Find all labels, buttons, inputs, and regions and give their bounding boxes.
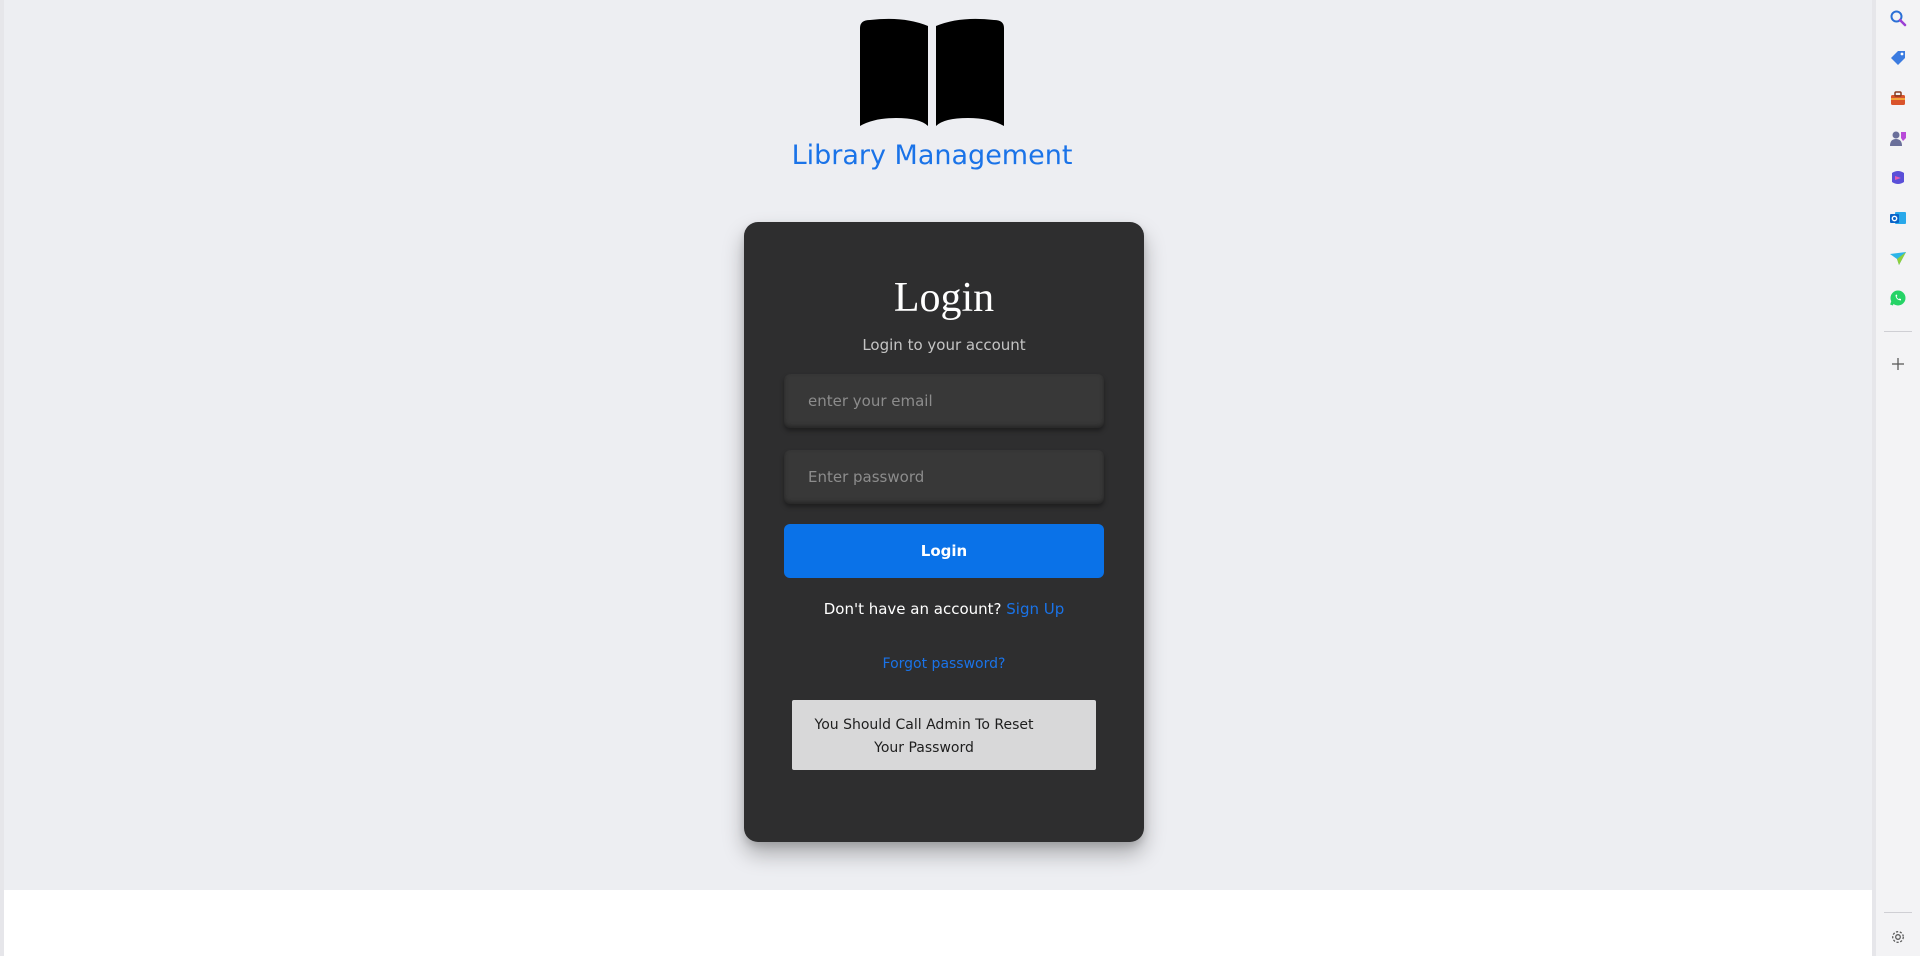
shopping-tag-icon[interactable] [1886,46,1910,70]
reset-password-message: You Should Call Admin To Reset Your Pass… [792,700,1096,770]
sidebar-divider [1884,331,1912,332]
signup-prompt: Don't have an account? Sign Up [744,600,1144,618]
email-field[interactable] [784,374,1104,428]
outlook-icon[interactable] [1886,206,1910,230]
search-icon[interactable] [1886,6,1910,30]
page-bottom-area [4,890,1876,956]
signup-link[interactable]: Sign Up [1006,600,1064,618]
login-card: Login Login to your account Login Don't … [744,222,1144,842]
settings-icon[interactable] [1886,925,1910,949]
page-viewport: Library Management Login Login to your a… [4,0,1876,890]
add-icon[interactable] [1886,352,1910,376]
app-title: Library Management [791,140,1073,171]
password-field[interactable] [784,450,1104,504]
login-button[interactable]: Login [784,524,1104,578]
signup-prompt-text: Don't have an account? [823,600,1002,618]
login-heading: Login [893,275,995,321]
forgot-password-link[interactable]: Forgot password? [744,656,1144,672]
games-icon[interactable] [1886,126,1910,150]
send-icon[interactable] [1886,246,1910,270]
toolbox-icon[interactable] [1886,86,1910,110]
sidebar-divider-bottom [1884,912,1912,913]
login-subtitle: Login to your account [862,336,1026,354]
open-book-icon [860,18,1004,126]
browser-sidebar [1876,0,1920,956]
copilot-icon[interactable] [1886,166,1910,190]
whatsapp-icon[interactable] [1886,286,1910,310]
